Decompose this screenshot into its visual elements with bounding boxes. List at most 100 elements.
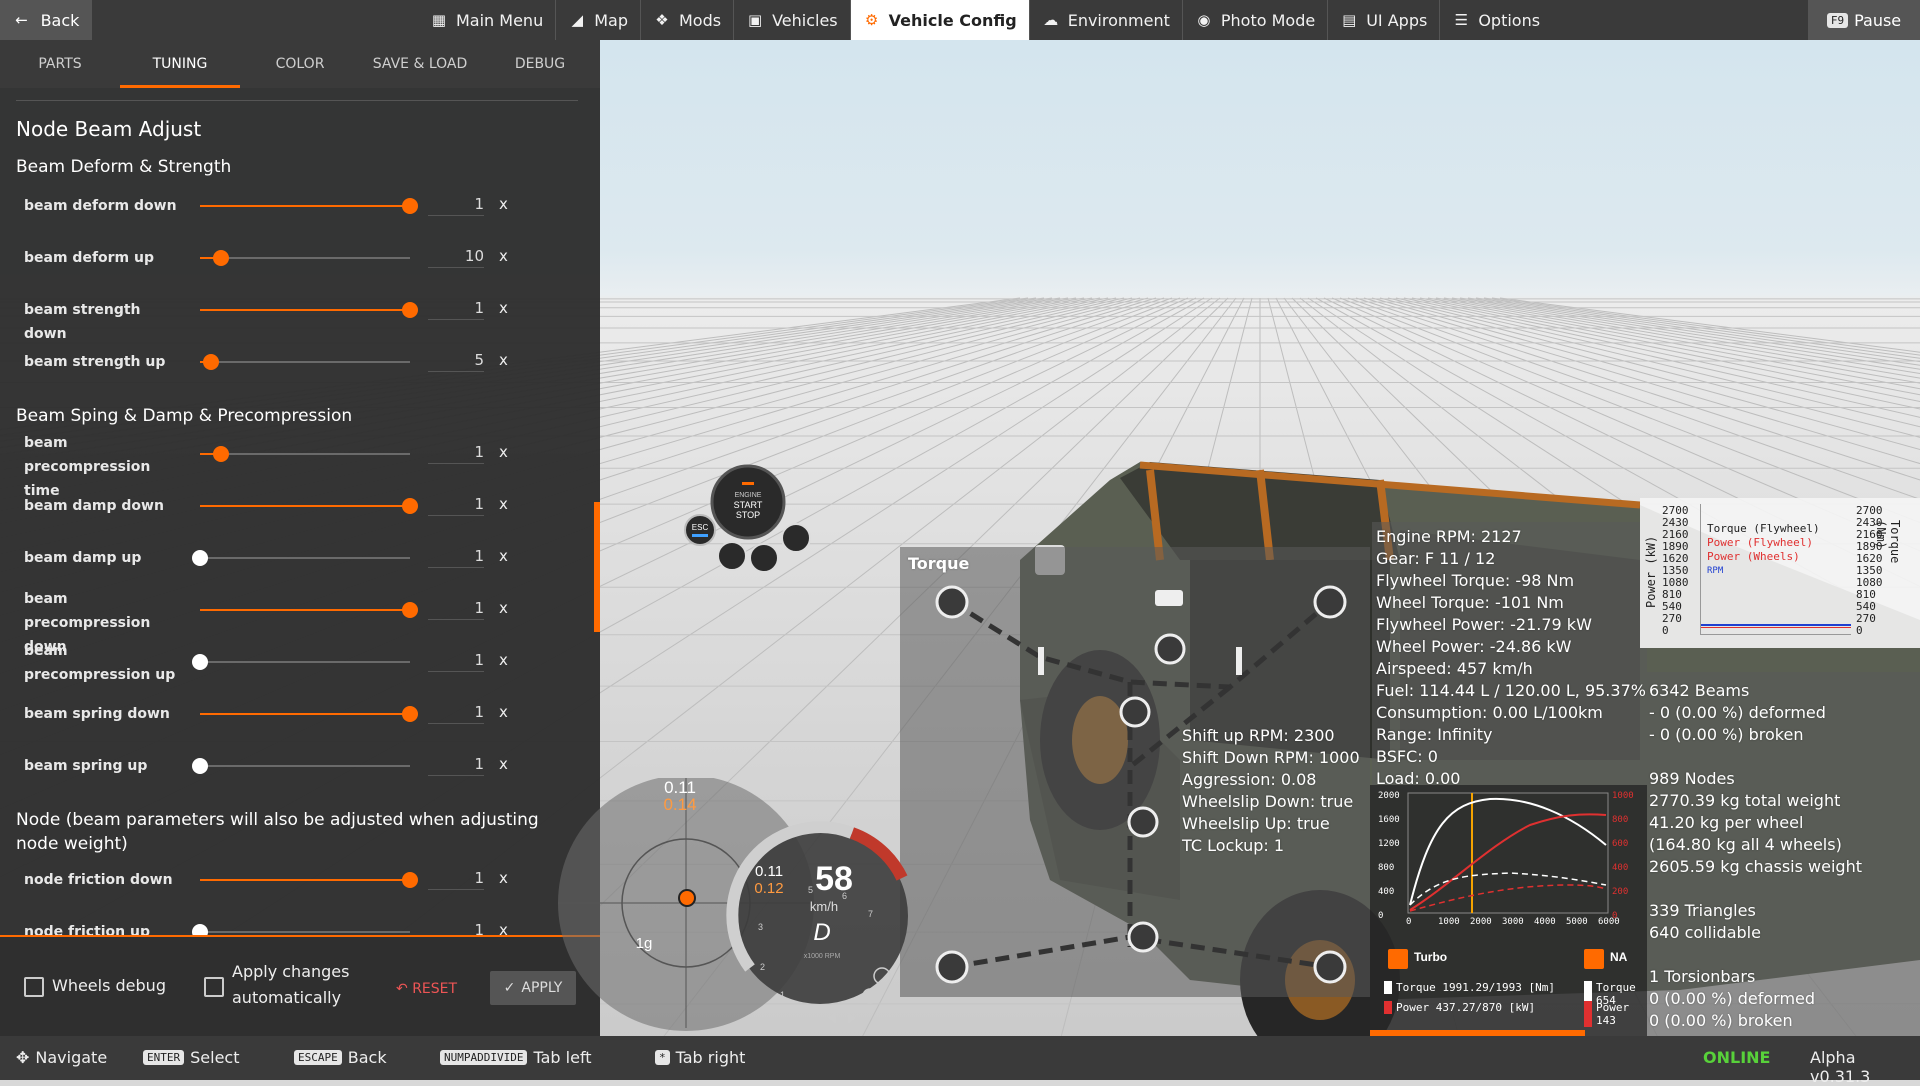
tab-save-load[interactable]: SAVE & LOAD: [360, 40, 480, 88]
value-input[interactable]: 5: [428, 351, 484, 372]
turbo-checkbox[interactable]: [1388, 949, 1408, 969]
slider-handle[interactable]: [192, 924, 208, 935]
slider-fill: [200, 205, 410, 207]
divider: [16, 100, 578, 101]
value-input[interactable]: 1: [428, 195, 484, 216]
slider-handle[interactable]: [202, 354, 219, 370]
value-input[interactable]: 1: [428, 299, 484, 320]
nav-map[interactable]: ◢ Map: [556, 0, 641, 40]
slider-track[interactable]: [192, 654, 410, 670]
info-line: Fuel: 114.44 L / 120.00 L, 95.37%: [1376, 681, 1646, 700]
slider-track[interactable]: [200, 498, 418, 514]
nav-vehicles[interactable]: ▣ Vehicles: [734, 0, 851, 40]
check-icon: ✓: [503, 980, 516, 996]
value-input[interactable]: 1: [428, 703, 484, 724]
value-input[interactable]: 1: [428, 869, 484, 890]
turbo-icon: [1154, 633, 1186, 665]
unit-label: x: [499, 299, 508, 317]
differential-icon: [1127, 921, 1159, 953]
online-status: ONLINE: [1703, 1048, 1771, 1067]
arrow-left-icon: ←: [15, 11, 28, 29]
slider-handle[interactable]: [402, 706, 418, 722]
nav-main-menu[interactable]: ▦ Main Menu: [418, 0, 557, 40]
info-line: Flywheel Power: -21.79 kW: [1376, 615, 1592, 634]
value-input[interactable]: 1: [428, 599, 484, 620]
back-label: Back: [40, 10, 80, 30]
slider-handle[interactable]: [402, 498, 418, 514]
slider-handle[interactable]: [213, 446, 229, 462]
diff-lock-icon[interactable]: [781, 523, 811, 553]
diff-lock-icon[interactable]: [717, 541, 747, 571]
slider-track[interactable]: [200, 706, 418, 722]
slider-track[interactable]: [200, 198, 418, 214]
turbo-label: Turbo: [1414, 950, 1448, 964]
nav-vehicle-config[interactable]: ⚙ Vehicle Config: [850, 0, 1030, 40]
tuning-settings-list[interactable]: Node Beam Adjust Beam Deform & Strength …: [0, 100, 600, 935]
info-line: BSFC: 0: [1376, 747, 1438, 766]
slider-handle[interactable]: [213, 250, 229, 266]
value-input[interactable]: 1: [428, 921, 484, 935]
nav-photo-mode[interactable]: ◉ Photo Mode: [1183, 0, 1329, 40]
tab-tuning[interactable]: TUNING: [120, 40, 240, 88]
info-line: Wheel Power: -24.86 kW: [1376, 637, 1572, 656]
pause-button[interactable]: F9 Pause: [1808, 0, 1920, 40]
tab-parts[interactable]: PARTS: [0, 40, 120, 88]
stat-line: 1 Torsionbars: [1649, 967, 1756, 986]
slider-row: beam spring down 1 x: [0, 692, 600, 736]
main-navigation: ▦ Main Menu ◢ Map ❖ Mods ▣ Vehicles ⚙ Vehicle…: [418, 0, 1552, 40]
stat-line: 989 Nodes: [1649, 769, 1735, 788]
scrollbar-thumb[interactable]: [594, 502, 600, 632]
value-input[interactable]: 10: [428, 247, 484, 268]
slider-track[interactable]: [200, 250, 410, 266]
back-button[interactable]: ← Back: [0, 0, 92, 40]
wheels-debug-checkbox[interactable]: [24, 977, 44, 997]
dyno-tick-label: 1600: [1378, 815, 1400, 825]
diff-lock-icon[interactable]: [749, 543, 779, 573]
info-line: Engine RPM: 2127: [1376, 527, 1522, 546]
value-input[interactable]: 1: [428, 755, 484, 776]
engine-label: ENGINE: [735, 492, 762, 499]
keyboard-key-icon: ENTER: [143, 1050, 185, 1065]
slider-track[interactable]: [200, 872, 418, 888]
camera-icon: ◉: [1197, 11, 1211, 29]
apply-auto-checkbox[interactable]: [204, 977, 224, 997]
slider-handle[interactable]: [192, 758, 208, 774]
reset-button[interactable]: ↶ RESET: [396, 981, 457, 997]
nav-mods[interactable]: ❖ Mods: [641, 0, 735, 40]
value-input[interactable]: 1: [428, 443, 484, 464]
slider-track[interactable]: [192, 550, 410, 566]
wheels-debug-label: Wheels debug: [52, 976, 166, 995]
slider-track[interactable]: [192, 924, 410, 935]
slider-track[interactable]: [200, 302, 418, 318]
nav-ui-apps[interactable]: ▤ UI Apps: [1328, 0, 1441, 40]
car-icon: ▣: [747, 11, 763, 29]
dyno-tick-label: 2000: [1378, 791, 1400, 801]
slider-track[interactable]: [200, 602, 418, 618]
slider-handle[interactable]: [402, 872, 418, 888]
slider-track[interactable]: [200, 354, 410, 370]
engine-icon: [1155, 590, 1183, 606]
nav-environment[interactable]: ☁ Environment: [1030, 0, 1183, 40]
node-beam-stats-app: 6342 Beams - 0 (0.00 %) deformed - 0 (0.…: [1647, 672, 1920, 1036]
slider-handle[interactable]: [192, 654, 208, 670]
bottom-hint-bar: ✥ Navigate ENTER Select ESCAPE Back NUMP…: [0, 1036, 1920, 1086]
dyno-plot-area: [1407, 792, 1609, 914]
rpm-tick: 1: [780, 990, 785, 1000]
slider-track[interactable]: [200, 446, 410, 462]
tab-color[interactable]: COLOR: [240, 40, 360, 88]
slider-handle[interactable]: [402, 602, 418, 618]
slider-track[interactable]: [192, 758, 410, 774]
slider-handle[interactable]: [192, 550, 208, 566]
slider-handle[interactable]: [402, 198, 418, 214]
speed-value: 58: [815, 860, 853, 898]
value-input[interactable]: 1: [428, 495, 484, 516]
na-checkbox[interactable]: [1584, 949, 1604, 969]
slider-fill: [200, 309, 410, 311]
value-input[interactable]: 1: [428, 547, 484, 568]
tab-debug[interactable]: DEBUG: [480, 40, 600, 88]
value-input[interactable]: 1: [428, 651, 484, 672]
slider-handle[interactable]: [402, 302, 418, 318]
nav-options[interactable]: ☰ Options: [1440, 0, 1552, 40]
unit-label: x: [499, 651, 508, 669]
info-line: Shift up RPM: 2300: [1182, 726, 1335, 745]
